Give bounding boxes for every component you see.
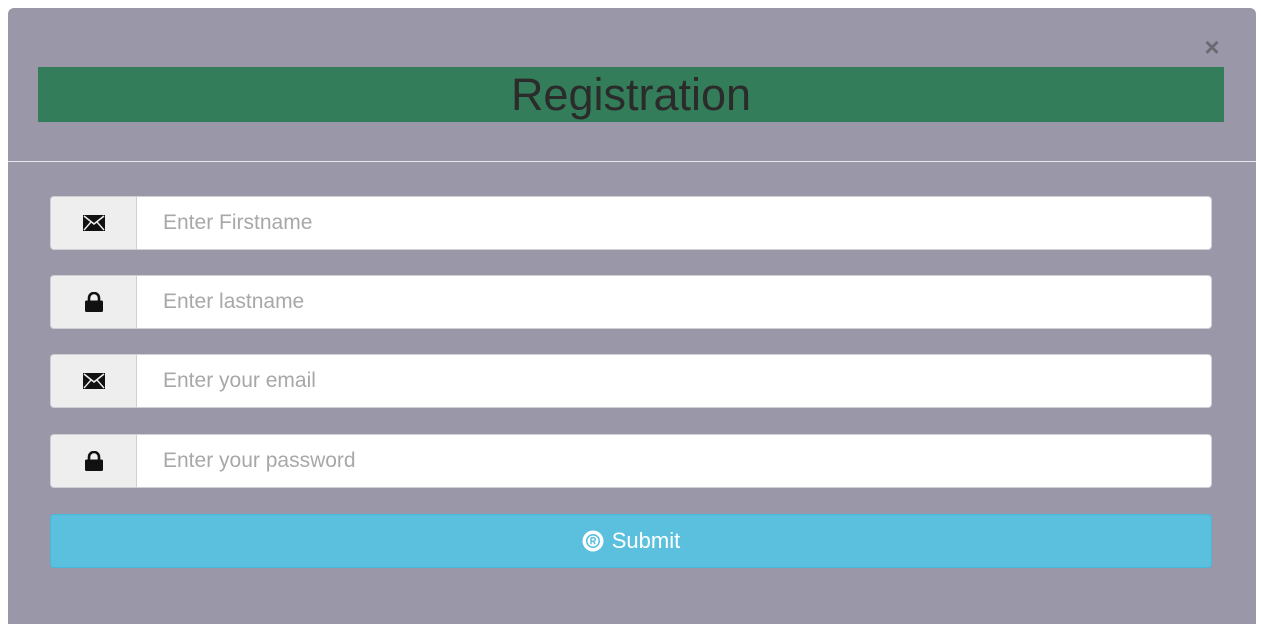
registration-modal: × Registration Enter Firstname Enter las… [8, 8, 1256, 624]
envelope-icon [82, 215, 105, 231]
lastname-input[interactable] [137, 276, 1211, 328]
modal-title: Registration [510, 69, 752, 120]
lastname-field [50, 275, 1212, 329]
password-input[interactable] [137, 435, 1211, 487]
lock-icon [84, 451, 103, 471]
password-field [50, 434, 1212, 488]
firstname-addon [51, 197, 137, 249]
email-addon [51, 355, 137, 407]
firstname-input[interactable] [137, 197, 1211, 249]
envelope-icon [82, 373, 105, 389]
registered-icon [582, 530, 604, 552]
email-input[interactable] [137, 355, 1211, 407]
close-button[interactable]: × [1202, 34, 1222, 60]
email-field [50, 354, 1212, 408]
submit-label: Submit [611, 528, 681, 553]
header-divider [8, 161, 1256, 162]
close-icon: × [1204, 32, 1220, 62]
modal-header: Registration [38, 67, 1224, 122]
firstname-field [50, 196, 1212, 250]
submit-button[interactable]: Submit [50, 514, 1212, 568]
lastname-addon [51, 276, 137, 328]
lock-icon [84, 292, 103, 312]
password-addon [51, 435, 137, 487]
